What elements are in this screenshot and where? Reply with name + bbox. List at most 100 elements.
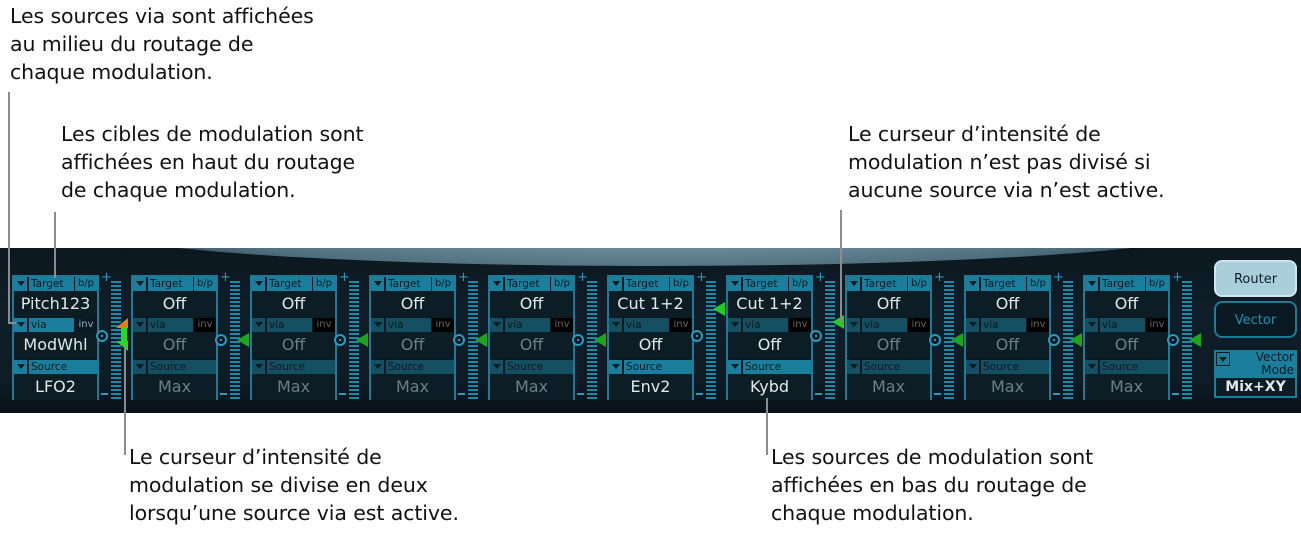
invert-toggle[interactable]: inv	[1146, 318, 1168, 332]
router-button[interactable]: Router	[1214, 260, 1297, 297]
bypass-toggle[interactable]: b/p	[551, 277, 573, 291]
source-value[interactable]: Max	[847, 374, 930, 400]
bypass-toggle[interactable]: b/p	[908, 277, 930, 291]
chevron-down-icon[interactable]	[1085, 318, 1098, 332]
bypass-toggle[interactable]: b/p	[194, 277, 216, 291]
via-header[interactable]: via inv	[371, 318, 454, 332]
target-header[interactable]: Target b/p	[966, 277, 1049, 291]
chevron-down-icon[interactable]	[1216, 352, 1230, 366]
target-header[interactable]: Target b/p	[14, 277, 97, 291]
invert-toggle[interactable]: inv	[551, 318, 573, 332]
intensity-slider-handle[interactable]	[1189, 333, 1201, 347]
chevron-down-icon[interactable]	[847, 360, 860, 374]
via-header[interactable]: via inv	[490, 318, 573, 332]
via-value[interactable]: Off	[490, 332, 573, 358]
intensity-slider-handle[interactable]	[713, 302, 725, 316]
via-header[interactable]: via inv	[609, 318, 692, 332]
target-value[interactable]: Off	[1085, 291, 1168, 317]
via-value[interactable]: Off	[609, 332, 692, 358]
target-header[interactable]: Target b/p	[252, 277, 335, 291]
via-header[interactable]: via inv	[14, 318, 97, 332]
target-value[interactable]: Off	[847, 291, 930, 317]
chevron-down-icon[interactable]	[966, 318, 979, 332]
chevron-down-icon[interactable]	[966, 277, 979, 291]
target-value[interactable]: Cut 1+2	[609, 291, 692, 317]
chevron-down-icon[interactable]	[133, 318, 146, 332]
via-knob-icon[interactable]	[1048, 334, 1060, 346]
via-knob-icon[interactable]	[1167, 334, 1179, 346]
source-header[interactable]: Source	[490, 360, 573, 374]
source-value[interactable]: Kybd	[728, 374, 811, 400]
target-header[interactable]: Target b/p	[728, 277, 811, 291]
chevron-down-icon[interactable]	[490, 277, 503, 291]
chevron-down-icon[interactable]	[728, 360, 741, 374]
target-header[interactable]: Target b/p	[371, 277, 454, 291]
via-value[interactable]: Off	[847, 332, 930, 358]
via-value[interactable]: Off	[252, 332, 335, 358]
via-knob-icon[interactable]	[96, 330, 108, 342]
target-value[interactable]: Off	[490, 291, 573, 317]
chevron-down-icon[interactable]	[847, 318, 860, 332]
chevron-down-icon[interactable]	[133, 277, 146, 291]
source-header[interactable]: Source	[252, 360, 335, 374]
via-knob-icon[interactable]	[334, 334, 346, 346]
vector-mode-value[interactable]: Mix+XY	[1216, 378, 1295, 396]
target-header[interactable]: Target b/p	[847, 277, 930, 291]
chevron-down-icon[interactable]	[371, 318, 384, 332]
bypass-toggle[interactable]: b/p	[789, 277, 811, 291]
chevron-down-icon[interactable]	[14, 318, 27, 332]
via-header[interactable]: via inv	[847, 318, 930, 332]
intensity-handle[interactable]	[116, 341, 128, 351]
chevron-down-icon[interactable]	[490, 318, 503, 332]
chevron-down-icon[interactable]	[728, 318, 741, 332]
bypass-toggle[interactable]: b/p	[670, 277, 692, 291]
invert-toggle[interactable]: inv	[313, 318, 335, 332]
chevron-down-icon[interactable]	[1085, 360, 1098, 374]
chevron-down-icon[interactable]	[609, 277, 622, 291]
target-value[interactable]: Off	[966, 291, 1049, 317]
source-value[interactable]: Max	[252, 374, 335, 400]
via-knob-icon[interactable]	[572, 334, 584, 346]
via-value[interactable]: Off	[966, 332, 1049, 358]
intensity-slider-handle[interactable]	[1070, 333, 1082, 347]
chevron-down-icon[interactable]	[490, 360, 503, 374]
bypass-toggle[interactable]: b/p	[313, 277, 335, 291]
source-header[interactable]: Source	[847, 360, 930, 374]
intensity-slider-rail[interactable]	[825, 281, 835, 401]
source-header[interactable]: Source	[1085, 360, 1168, 374]
via-knob-icon[interactable]	[215, 334, 227, 346]
invert-toggle[interactable]: inv	[1027, 318, 1049, 332]
intensity-slider-handle[interactable]	[475, 333, 487, 347]
target-value[interactable]: Cut 1+2	[728, 291, 811, 317]
target-value[interactable]: Off	[252, 291, 335, 317]
source-header[interactable]: Source	[133, 360, 216, 374]
intensity-slider-rail[interactable]	[706, 281, 716, 401]
bypass-toggle[interactable]: b/p	[1027, 277, 1049, 291]
via-value[interactable]: Off	[1085, 332, 1168, 358]
bypass-toggle[interactable]: b/p	[1146, 277, 1168, 291]
chevron-down-icon[interactable]	[728, 277, 741, 291]
chevron-down-icon[interactable]	[966, 360, 979, 374]
vector-button[interactable]: Vector	[1214, 301, 1297, 338]
intensity-range-bar[interactable]	[121, 327, 127, 341]
source-value[interactable]: Max	[371, 374, 454, 400]
intensity-slider-handle[interactable]	[832, 315, 844, 329]
via-knob-icon[interactable]	[691, 330, 703, 342]
via-knob-icon[interactable]	[929, 334, 941, 346]
chevron-down-icon[interactable]	[1085, 277, 1098, 291]
source-value[interactable]: LFO2	[14, 374, 97, 400]
invert-toggle[interactable]: inv	[194, 318, 216, 332]
chevron-down-icon[interactable]	[133, 360, 146, 374]
invert-toggle[interactable]: inv	[670, 318, 692, 332]
invert-toggle[interactable]: inv	[75, 318, 97, 332]
via-value[interactable]: Off	[371, 332, 454, 358]
chevron-down-icon[interactable]	[609, 318, 622, 332]
source-header[interactable]: Source	[371, 360, 454, 374]
chevron-down-icon[interactable]	[252, 277, 265, 291]
via-header[interactable]: via inv	[1085, 318, 1168, 332]
via-knob-icon[interactable]	[810, 330, 822, 342]
chevron-down-icon[interactable]	[609, 360, 622, 374]
source-header[interactable]: Source	[14, 360, 97, 374]
target-header[interactable]: Target b/p	[490, 277, 573, 291]
source-header[interactable]: Source	[609, 360, 692, 374]
